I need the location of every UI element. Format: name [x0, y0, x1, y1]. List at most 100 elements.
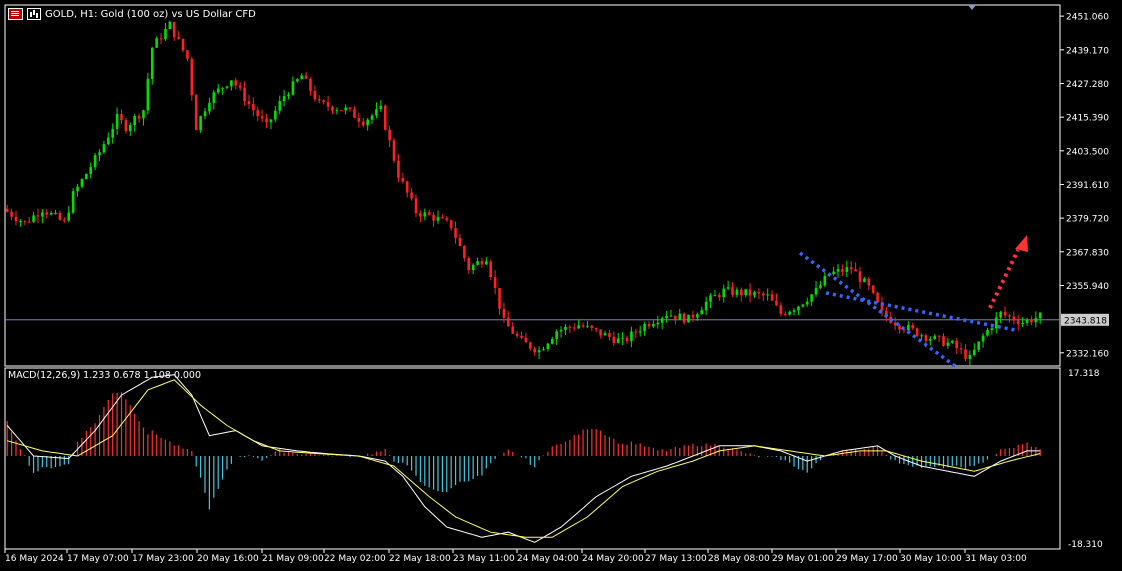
forecast-arrow-head-icon [1015, 235, 1028, 252]
candle-body [32, 215, 35, 222]
candle-body [871, 285, 875, 293]
candle-body [819, 285, 822, 288]
candle-body [770, 294, 774, 301]
candle-body [775, 300, 778, 306]
candle-body [1008, 315, 1011, 317]
x-tick-label: 24 May 04:00 [517, 554, 579, 564]
candle-body [80, 179, 84, 187]
candle-body [621, 337, 624, 339]
candle-body [5, 208, 9, 212]
candle-body [946, 342, 950, 346]
candle-body [757, 292, 761, 294]
candle-body [296, 79, 299, 82]
candle-body [111, 128, 114, 138]
candle-body [590, 325, 594, 328]
candle-body [546, 343, 550, 350]
candle-body [744, 289, 747, 296]
candle-body [291, 81, 295, 95]
candle-body [674, 315, 677, 320]
candle-body [660, 318, 664, 323]
candle-body [951, 340, 954, 343]
candle-body [181, 38, 185, 51]
x-tick-label: 17 May 23:00 [132, 554, 194, 564]
candle-body [304, 75, 308, 79]
candle-body [36, 215, 40, 217]
candle-body [256, 110, 260, 117]
candle-body [190, 58, 194, 96]
candle-body [252, 104, 255, 111]
candle-body [19, 220, 22, 222]
chart-icon[interactable] [27, 8, 41, 20]
candle-body [76, 186, 79, 192]
candle-body [89, 167, 93, 174]
x-tick-label: 22 May 02:00 [324, 554, 386, 564]
candle-body [392, 140, 396, 161]
candle-body [564, 326, 567, 330]
candle-body [687, 314, 690, 323]
candle-body [85, 173, 88, 180]
candle-body [559, 329, 563, 332]
list-icon[interactable] [8, 8, 23, 20]
candle-body [766, 294, 769, 296]
candle-body [638, 331, 642, 333]
candle-body [300, 75, 304, 80]
trendline-converging[interactable] [825, 291, 1016, 332]
x-tick-label: 24 May 20:00 [582, 554, 644, 564]
candle-body [93, 155, 97, 168]
candle-body [929, 338, 932, 341]
candle-body [247, 101, 251, 105]
price-chart[interactable]: 2451.060 2439.170 2427.280 2415.390 2403.500… [0, 0, 1122, 571]
candle-body [454, 228, 457, 238]
candle-body [366, 119, 369, 126]
candle-body [353, 108, 356, 118]
candle-body [678, 313, 682, 320]
chart-header: GOLD, H1: Gold (100 oz) vs US Dollar CFD [8, 8, 256, 20]
candle-body [480, 261, 484, 265]
candle-body [814, 287, 818, 295]
candle-body [911, 325, 915, 329]
candle-body [49, 212, 53, 215]
candle-body [427, 212, 431, 215]
candle-body [959, 348, 963, 350]
candle-body [555, 331, 558, 340]
candle-body [1030, 319, 1033, 323]
y-tick-label: 2355.940 [1066, 282, 1109, 292]
forecast-arrow-line[interactable] [988, 249, 1020, 309]
candle-body [515, 333, 519, 336]
candle-body [863, 278, 866, 282]
candle-body [383, 105, 387, 130]
candle-body [186, 50, 189, 59]
candle-body [265, 118, 268, 123]
candle-body [550, 339, 554, 344]
candle-body [168, 21, 172, 30]
candle-body [1021, 322, 1024, 325]
candle-body [449, 220, 453, 229]
y-tick-label: 2332.160 [1066, 349, 1109, 359]
candle-body [669, 315, 673, 317]
candle-body [278, 101, 282, 111]
candle-body [414, 198, 418, 214]
candle-body [713, 295, 717, 297]
candle-body [137, 116, 141, 119]
candle-body [634, 331, 638, 333]
candle-body [981, 335, 985, 342]
chart-shift-marker-icon[interactable] [968, 5, 976, 10]
candle-body [942, 336, 945, 346]
candle-body [401, 177, 405, 182]
candle-body [801, 304, 805, 307]
candle-body [436, 217, 440, 221]
candle-body [704, 301, 708, 311]
candle-body [968, 355, 972, 360]
candle-body [612, 336, 616, 343]
candle-body [920, 335, 923, 337]
candle-body [797, 306, 800, 311]
candle-body [955, 340, 958, 349]
candle-body [230, 80, 233, 87]
x-tick-label: 28 May 08:00 [708, 554, 770, 564]
trendline-descending[interactable] [798, 251, 957, 368]
candle-body [718, 295, 721, 298]
candle-body [107, 137, 110, 145]
candle-body [98, 152, 101, 156]
candle-body [485, 261, 488, 265]
candle-body [199, 116, 202, 131]
